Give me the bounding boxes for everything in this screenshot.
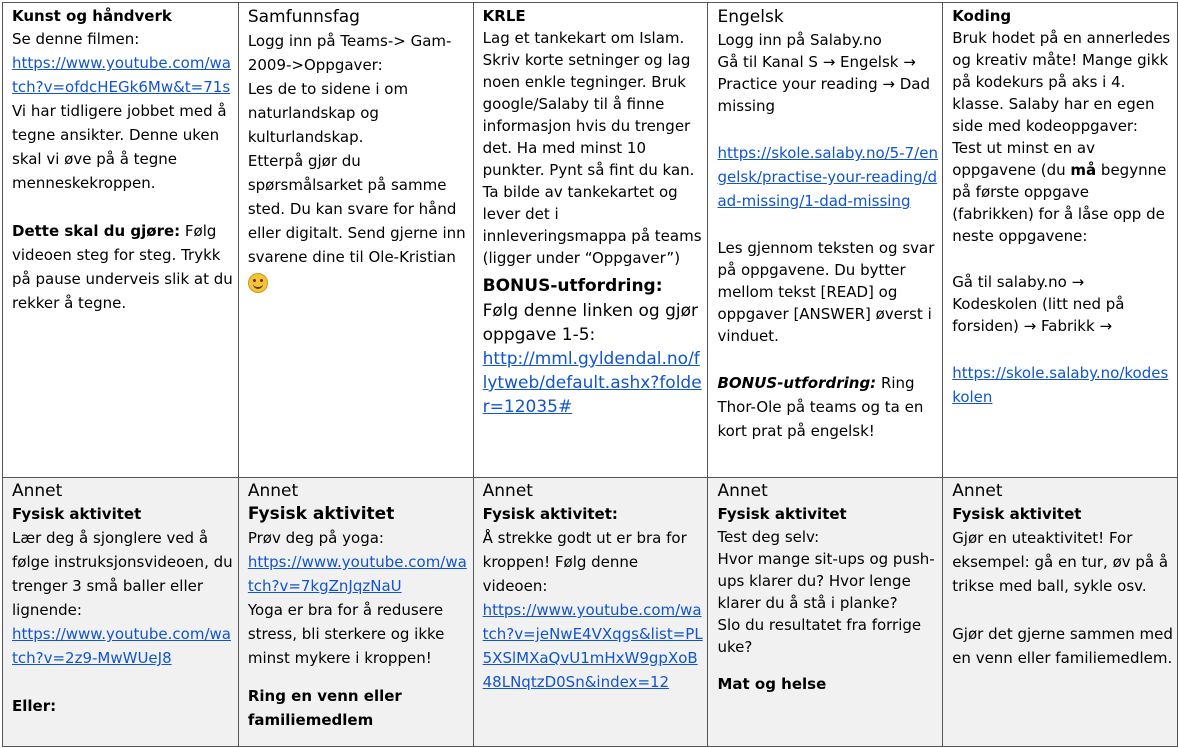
cell-heading: KRLE bbox=[482, 7, 526, 25]
cell-annet-1: Annet Fysisk aktivitet Lær deg å sjongle… bbox=[2, 477, 239, 747]
cell-annet-5: Annet Fysisk aktivitet Gjør en uteaktivi… bbox=[942, 477, 1178, 747]
cell-annet-3: Annet Fysisk aktivitet: Å strekke godt u… bbox=[472, 477, 709, 747]
task-label: Dette skal du gjøre: bbox=[12, 222, 181, 240]
cell-subheading: Fysisk aktivitet bbox=[247, 504, 395, 524]
body-text: Test ut minst en av oppgavene (du må beg… bbox=[952, 137, 1173, 247]
body-text: Ring en venn eller familiemedlem bbox=[247, 687, 402, 729]
cell-subheading: Fysisk aktivitet: bbox=[482, 505, 618, 523]
salaby-link[interactable]: https://skole.salaby.no/5-7/engelsk/prac… bbox=[717, 141, 938, 213]
cell-subheading: Fysisk aktivitet bbox=[717, 505, 847, 523]
cell-heading: Annet bbox=[952, 481, 1003, 501]
cell-heading: Kunst og håndverk bbox=[12, 7, 172, 25]
video-link[interactable]: https://www.youtube.com/watch?v=2z9-MwWU… bbox=[12, 622, 234, 670]
body-text: Gjør det gjerne sammen med en venn eller… bbox=[952, 625, 1173, 667]
cell-heading: Engelsk bbox=[717, 7, 784, 27]
bonus-label: BONUS-utfordring: bbox=[482, 276, 663, 296]
cell-annet-2: Annet Fysisk aktivitet Prøv deg på yoga:… bbox=[237, 477, 474, 747]
body-text: Eller: bbox=[12, 697, 57, 715]
cell-heading: Samfunnsfag bbox=[247, 7, 360, 27]
cell-heading: Annet bbox=[247, 481, 299, 501]
text-emphasis: må bbox=[1070, 161, 1097, 179]
body-text: Test deg selv: bbox=[717, 528, 820, 546]
subjects-row: Kunst og håndverk Se denne filmen: https… bbox=[2, 2, 1178, 478]
task-text: Dette skal du gjøre: Følg videoen steg f… bbox=[12, 219, 234, 315]
bonus-label: BONUS-utfordring: bbox=[717, 374, 877, 392]
bonus-link[interactable]: http://mml.gyldendal.no/flytweb/default.… bbox=[483, 347, 704, 419]
video-link[interactable]: https://www.youtube.com/watch?v=7kgZnJqz… bbox=[248, 550, 469, 598]
cell-kunst-og-handverk: Kunst og håndverk Se denne filmen: https… bbox=[2, 2, 239, 478]
intro-text: Se denne filmen: bbox=[12, 30, 140, 48]
body-text: Etterpå gjør du spørsmålsarket på samme … bbox=[247, 152, 466, 266]
cell-heading: Annet bbox=[12, 481, 63, 501]
body-text: Slo du resultatet fra forrige uke? bbox=[717, 616, 922, 656]
body-text: Prøv deg på yoga: bbox=[247, 529, 384, 547]
video-link[interactable]: https://www.youtube.com/watch?v=ofdcHEGk… bbox=[12, 51, 234, 99]
body-text: Yoga er bra for å redusere stress, bli s… bbox=[247, 601, 445, 667]
body-text: Vi har tidligere jobbet med å tegne ansi… bbox=[12, 102, 227, 192]
bonus-text: BONUS-utfordring: Ring Thor-Ole på teams… bbox=[717, 371, 938, 443]
body-text: Mat og helse bbox=[717, 675, 827, 693]
body-text: Lær deg å sjonglere ved å følge instruks… bbox=[12, 529, 233, 619]
cell-heading: Annet bbox=[717, 481, 768, 501]
body-text: Bruk hodet på en annerledes og kreativ m… bbox=[952, 29, 1171, 135]
navigation-path-text: Gå til Kanal S → Engelsk → Practice your… bbox=[717, 53, 930, 115]
navigation-path-text: Gå til salaby.no → Kodeskolen (litt ned … bbox=[952, 273, 1125, 335]
cell-koding: Koding Bruk hodet på en annerledes og kr… bbox=[942, 2, 1178, 478]
body-text: Lag et tankekart om Islam. Skriv korte s… bbox=[482, 29, 702, 267]
body-text: Logg inn på Teams-> Gam-2009->Oppgaver: bbox=[247, 32, 452, 74]
cell-krle: KRLE Lag et tankekart om Islam. Skriv ko… bbox=[472, 2, 709, 478]
weekly-plan-table: Kunst og håndverk Se denne filmen: https… bbox=[2, 2, 1178, 747]
smiley-face-icon bbox=[247, 273, 268, 293]
cell-annet-4: Annet Fysisk aktivitet Test deg selv: Hv… bbox=[707, 477, 944, 747]
cell-subheading: Fysisk aktivitet bbox=[12, 505, 142, 523]
body-text: Logg inn på Salaby.no bbox=[717, 31, 882, 49]
cell-heading: Annet bbox=[482, 481, 533, 501]
body-text: Hvor mange sit-ups og push-ups klarer du… bbox=[717, 550, 935, 612]
annet-row: Annet Fysisk aktivitet Lær deg å sjongle… bbox=[2, 477, 1178, 747]
cell-subheading: Fysisk aktivitet bbox=[952, 505, 1082, 523]
body-text: Å strekke godt ut er bra for kroppen! Fø… bbox=[482, 529, 687, 595]
bonus-text: Følg denne linken og gjør oppgave 1-5: bbox=[482, 301, 698, 345]
cell-heading: Koding bbox=[952, 7, 1012, 25]
body-text: Gjør en uteaktivitet! For eksempel: gå e… bbox=[952, 529, 1169, 595]
body-text: Les de to sidene i om naturlandskap og k… bbox=[247, 80, 409, 146]
cell-samfunnsfag: Samfunnsfag Logg inn på Teams-> Gam-2009… bbox=[237, 2, 474, 478]
cell-engelsk: Engelsk Logg inn på Salaby.no Gå til Kan… bbox=[707, 2, 944, 478]
body-text: Les gjennom teksten og svar på oppgavene… bbox=[717, 239, 935, 345]
video-link[interactable]: https://www.youtube.com/watch?v=jeNwE4VX… bbox=[483, 598, 704, 694]
kodeskolen-link[interactable]: https://skole.salaby.no/kodeskolen bbox=[952, 361, 1173, 409]
